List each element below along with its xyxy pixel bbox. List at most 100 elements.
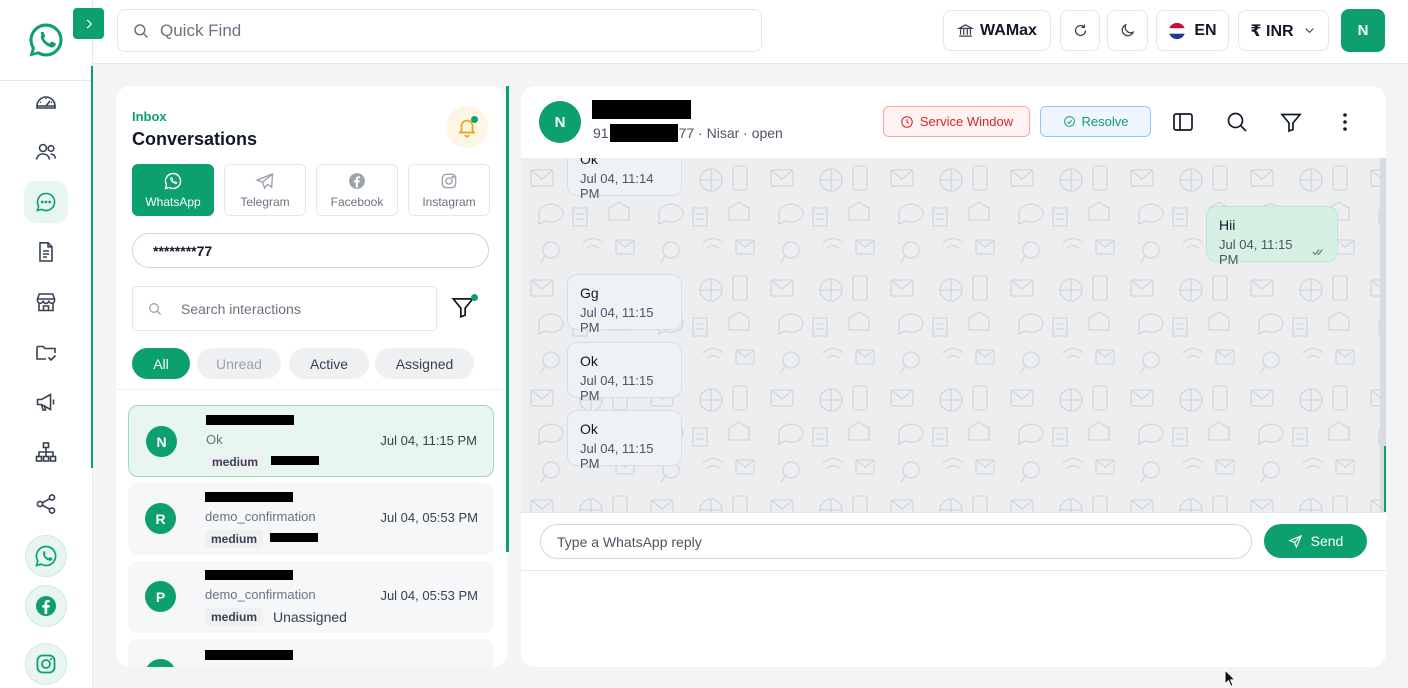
notifications-button[interactable] bbox=[446, 106, 488, 148]
filter-pill-unread[interactable]: Unread bbox=[197, 348, 281, 379]
priority-badge: medium bbox=[205, 530, 264, 548]
rail-templates[interactable] bbox=[24, 231, 68, 273]
rail-chat[interactable] bbox=[24, 181, 68, 223]
instagram-icon bbox=[441, 173, 457, 189]
send-label: Send bbox=[1310, 533, 1344, 549]
service-window-button[interactable]: Service Window bbox=[883, 106, 1030, 137]
refresh-button[interactable] bbox=[1060, 10, 1100, 51]
message-time: Jul 04, 11:14 PM bbox=[580, 171, 654, 201]
filter-button[interactable] bbox=[450, 294, 478, 322]
conversation-row[interactable]: N Ok medium Jul 04, 11:15 PM bbox=[128, 405, 494, 477]
sidebar-toggle-button[interactable] bbox=[73, 8, 104, 39]
message-text: Gg bbox=[580, 285, 599, 301]
rail-dashboard[interactable] bbox=[24, 81, 68, 123]
resolve-button[interactable]: Resolve bbox=[1040, 106, 1151, 137]
contact-avatar bbox=[145, 659, 176, 667]
redacted-name bbox=[205, 570, 293, 580]
message-preview: demo_confirmation bbox=[205, 509, 316, 524]
panel-accent bbox=[506, 86, 509, 552]
whatsapp-logo-icon[interactable] bbox=[26, 20, 66, 60]
message-bubble-incoming: Ok Jul 04, 11:15 PM bbox=[567, 342, 682, 403]
quick-find-placeholder: Quick Find bbox=[160, 20, 242, 40]
currency-select[interactable]: ₹ INR bbox=[1238, 10, 1329, 51]
message-time: Jul 04, 11:15 PM bbox=[580, 305, 654, 335]
conversation-row[interactable]: P demo_confirmation medium Unassigned Ju… bbox=[128, 561, 494, 633]
rail-flows[interactable] bbox=[24, 431, 68, 473]
send-icon bbox=[1288, 534, 1302, 549]
folder-check-icon bbox=[36, 345, 57, 362]
filter-icon bbox=[1280, 113, 1302, 133]
inbox-kicker: Inbox bbox=[132, 109, 167, 124]
search-icon bbox=[134, 23, 148, 38]
conversation-row[interactable]: R demo_confirmation medium Jul 04, 05:53… bbox=[128, 483, 494, 555]
priority-badge: medium bbox=[205, 608, 264, 626]
message-text: Ok bbox=[580, 158, 598, 167]
toggle-sidebar-button[interactable] bbox=[1169, 108, 1197, 136]
telegram-icon bbox=[255, 172, 274, 190]
channel-tab-instagram[interactable]: Instagram bbox=[408, 164, 490, 216]
rail-campaigns[interactable] bbox=[24, 381, 68, 423]
message-area[interactable]: Ok Jul 04, 11:14 PM Hii Jul 04, 11:15 PM… bbox=[521, 158, 1386, 512]
redacted-assignee bbox=[270, 533, 318, 542]
scrollbar-thumb[interactable] bbox=[1384, 446, 1386, 512]
phone-prefix: 91 bbox=[593, 125, 609, 141]
facebook-icon bbox=[36, 596, 56, 616]
more-options-button[interactable] bbox=[1331, 108, 1359, 136]
filter-chat-button[interactable] bbox=[1277, 108, 1305, 136]
row-timestamp: Jul 04, 05:53 PM bbox=[380, 510, 478, 525]
rail-instagram[interactable] bbox=[25, 643, 67, 685]
search-placeholder: Search interactions bbox=[181, 300, 301, 317]
channel-label: Facebook bbox=[330, 195, 384, 209]
message-time: Jul 04, 11:15 PM bbox=[580, 441, 654, 471]
search-interactions-input[interactable]: Search interactions bbox=[132, 286, 437, 331]
channel-tab-telegram[interactable]: Telegram bbox=[224, 164, 306, 216]
filter-pill-active[interactable]: Active bbox=[289, 348, 369, 379]
chat-contact-avatar: N bbox=[539, 101, 581, 143]
filter-pill-assigned[interactable]: Assigned bbox=[375, 348, 474, 379]
user-avatar[interactable]: N bbox=[1341, 9, 1385, 52]
rail-integrations[interactable] bbox=[24, 483, 68, 525]
contact-avatar: N bbox=[146, 426, 177, 457]
message-text: Ok bbox=[580, 421, 598, 437]
contact-status: 77 · Nisar · open bbox=[678, 125, 783, 141]
conversations-panel: Inbox Conversations WhatsApp Telegram Fa… bbox=[116, 86, 507, 667]
channel-label: Telegram bbox=[240, 195, 290, 209]
message-bubble-outgoing: Hii Jul 04, 11:15 PM bbox=[1206, 206, 1338, 267]
conversation-row[interactable] bbox=[128, 639, 494, 667]
dark-mode-button[interactable] bbox=[1107, 10, 1148, 51]
send-button[interactable]: Send bbox=[1264, 524, 1367, 558]
filter-active-dot bbox=[471, 294, 478, 301]
whatsapp-icon bbox=[35, 545, 57, 567]
moon-icon bbox=[1121, 23, 1135, 37]
kebab-menu-icon bbox=[1343, 113, 1347, 131]
search-chat-button[interactable] bbox=[1223, 108, 1251, 136]
rail-whatsapp[interactable] bbox=[25, 535, 67, 577]
language-button[interactable]: EN bbox=[1156, 10, 1229, 51]
chat-icon bbox=[36, 192, 56, 212]
rail-files[interactable] bbox=[24, 331, 68, 373]
quick-find-input[interactable]: Quick Find bbox=[117, 9, 762, 52]
channel-label: WhatsApp bbox=[145, 195, 201, 209]
top-bar: Quick Find WAMax EN ₹ INR N bbox=[93, 0, 1408, 64]
phone-filter-input[interactable]: ********77 bbox=[132, 233, 489, 268]
redacted-name bbox=[205, 492, 293, 502]
left-rail bbox=[0, 0, 93, 688]
channel-tab-whatsapp[interactable]: WhatsApp bbox=[132, 164, 214, 216]
reply-input[interactable]: Type a WhatsApp reply bbox=[540, 524, 1252, 559]
rail-contacts[interactable] bbox=[24, 131, 68, 173]
chat-contact-subtitle: 91 77 · Nisar · open bbox=[593, 124, 783, 142]
flag-nl-icon bbox=[1169, 22, 1186, 39]
refresh-icon bbox=[1074, 24, 1086, 37]
mouse-cursor-icon bbox=[1224, 669, 1236, 687]
workspace-button[interactable]: WAMax bbox=[943, 10, 1051, 51]
rail-store[interactable] bbox=[24, 281, 68, 323]
check-circle-icon bbox=[1063, 116, 1075, 127]
dashboard-icon bbox=[36, 96, 56, 109]
message-preview: demo_confirmation bbox=[205, 587, 316, 602]
rail-facebook[interactable] bbox=[25, 585, 67, 627]
row-timestamp: Jul 04, 11:15 PM bbox=[380, 433, 477, 448]
filter-pill-all[interactable]: All bbox=[132, 348, 190, 379]
redacted-name bbox=[206, 415, 294, 425]
channel-tab-facebook[interactable]: Facebook bbox=[316, 164, 398, 216]
row-timestamp: Jul 04, 05:53 PM bbox=[380, 588, 478, 603]
